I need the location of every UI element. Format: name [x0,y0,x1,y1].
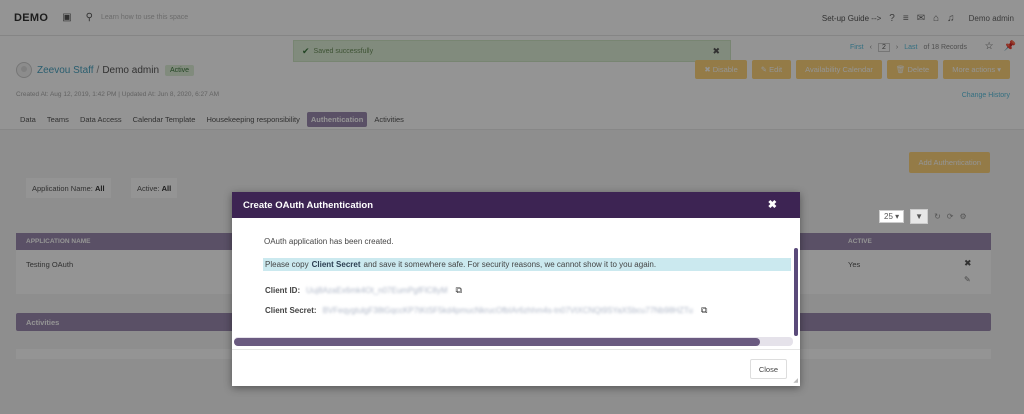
horizontal-scrollbar-thumb[interactable] [234,338,760,346]
modal-title: Create OAuth Authentication [243,199,374,211]
filter-icon[interactable]: ▼ [910,209,929,224]
table-tools: 25 ▾ ▼ ↻ ⟳ ⚙ [879,209,967,224]
close-button[interactable]: Close [749,359,787,379]
close-icon[interactable]: ✖ [768,198,777,211]
page-size-value: 25 [884,212,893,221]
notice-text-2: and save it somewhere safe. For security… [363,260,657,269]
modal-header: Create OAuth Authentication ✖ [232,192,800,218]
vertical-scrollbar[interactable] [794,248,798,336]
copy-secret-notice: Please copy Client Secret and save it so… [263,258,791,271]
resize-handle-icon[interactable]: ◢ [793,377,798,384]
copy-icon[interactable]: ⧉ [456,285,462,296]
client-secret-label: Client Secret: [265,306,317,315]
modal-footer: Close ◢ [232,349,800,386]
modal-body: OAuth application has been created. Plea… [232,218,800,349]
notice-strong: Client Secret [311,260,361,269]
client-secret-value[interactable]: BVFeqygtulgF38tGqccKP7tKtSF5kd4pmucNkruc… [323,306,693,315]
page-size-select[interactable]: 25 ▾ [879,210,905,223]
notice-text-1: Please copy [265,260,309,269]
sync-icon[interactable]: ⟳ [947,212,954,221]
oauth-modal: Create OAuth Authentication ✖ OAuth appl… [232,192,800,386]
client-id-row: Client ID: Uuj8AzaEx6mk4Ot_n07EumPgfFlC8… [265,285,462,296]
settings-icon[interactable]: ⚙ [959,212,966,221]
created-message: OAuth application has been created. [264,237,394,246]
copy-icon[interactable]: ⧉ [701,305,707,316]
client-id-label: Client ID: [265,286,301,295]
refresh-icon[interactable]: ↻ [934,212,941,221]
client-secret-row: Client Secret: BVFeqygtulgF38tGqccKP7tKt… [265,305,707,316]
client-id-value[interactable]: Uuj8AzaEx6mk4Ot_n07EumPgfFlC8yM [306,286,447,295]
